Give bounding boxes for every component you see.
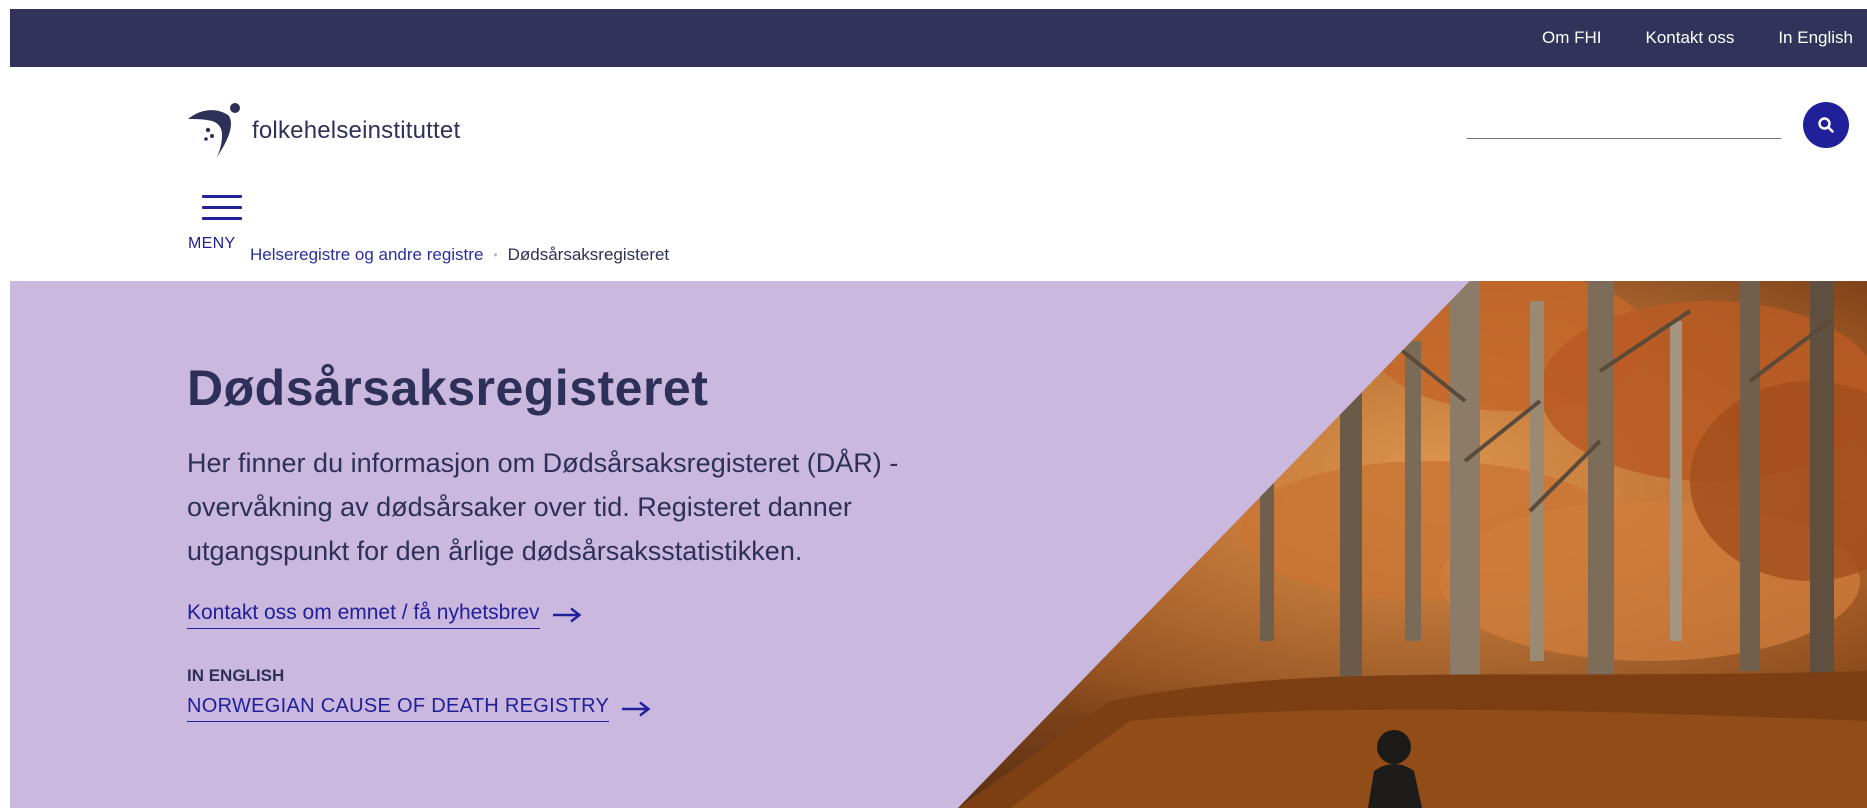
site-logo[interactable]: folkehelseinstituttet [186,97,460,161]
hero-lead-text: Her finner du informasjon om Dødsårsaksr… [187,448,899,566]
search-area [1467,93,1867,153]
in-english-heading: IN ENGLISH [187,666,285,685]
page-frame: Om FHI Kontakt oss In English folkehelse… [10,9,1867,808]
menu-label: MENY [188,235,236,252]
top-links: Om FHI Kontakt oss In English [1542,9,1853,67]
hero-section: Dødsårsaksregisteret Her finner du infor… [10,281,1867,808]
logo-text: folkehelseinstituttet [252,117,461,144]
page-title: Dødsårsaksregisteret [187,360,709,416]
top-link-kontakt-oss[interactable]: Kontakt oss [1646,28,1735,48]
contact-newsletter-link[interactable]: Kontakt oss om emnet / få nyhetsbrev [187,601,582,629]
english-registry-link[interactable]: NORWEGIAN CAUSE OF DEATH REGISTRY [187,695,651,722]
menu-button[interactable]: MENY [188,190,242,252]
top-link-om-fhi[interactable]: Om FHI [1542,28,1602,48]
fhi-logo-icon [188,103,240,159]
hamburger-menu-icon [202,195,242,221]
breadcrumb-separator-icon: • [493,248,498,262]
arrow-right-icon [552,607,581,623]
top-link-in-english[interactable]: In English [1778,28,1853,48]
arrow-right-icon [622,701,651,716]
top-utility-bar: Om FHI Kontakt oss In English [10,9,1867,67]
breadcrumb: Helseregistre og andre registre • Dødsår… [250,245,669,265]
search-icon [1818,117,1834,133]
search-input[interactable] [1467,110,1781,139]
contact-link-label: Kontakt oss om emnet / få nyhetsbrev [187,601,540,629]
breadcrumb-item-helseregistre[interactable]: Helseregistre og andre registre [250,245,483,265]
breadcrumb-item-current: Dødsårsaksregisteret [507,245,670,264]
search-button[interactable] [1803,102,1849,148]
english-link-label: NORWEGIAN CAUSE OF DEATH REGISTRY [187,695,610,722]
